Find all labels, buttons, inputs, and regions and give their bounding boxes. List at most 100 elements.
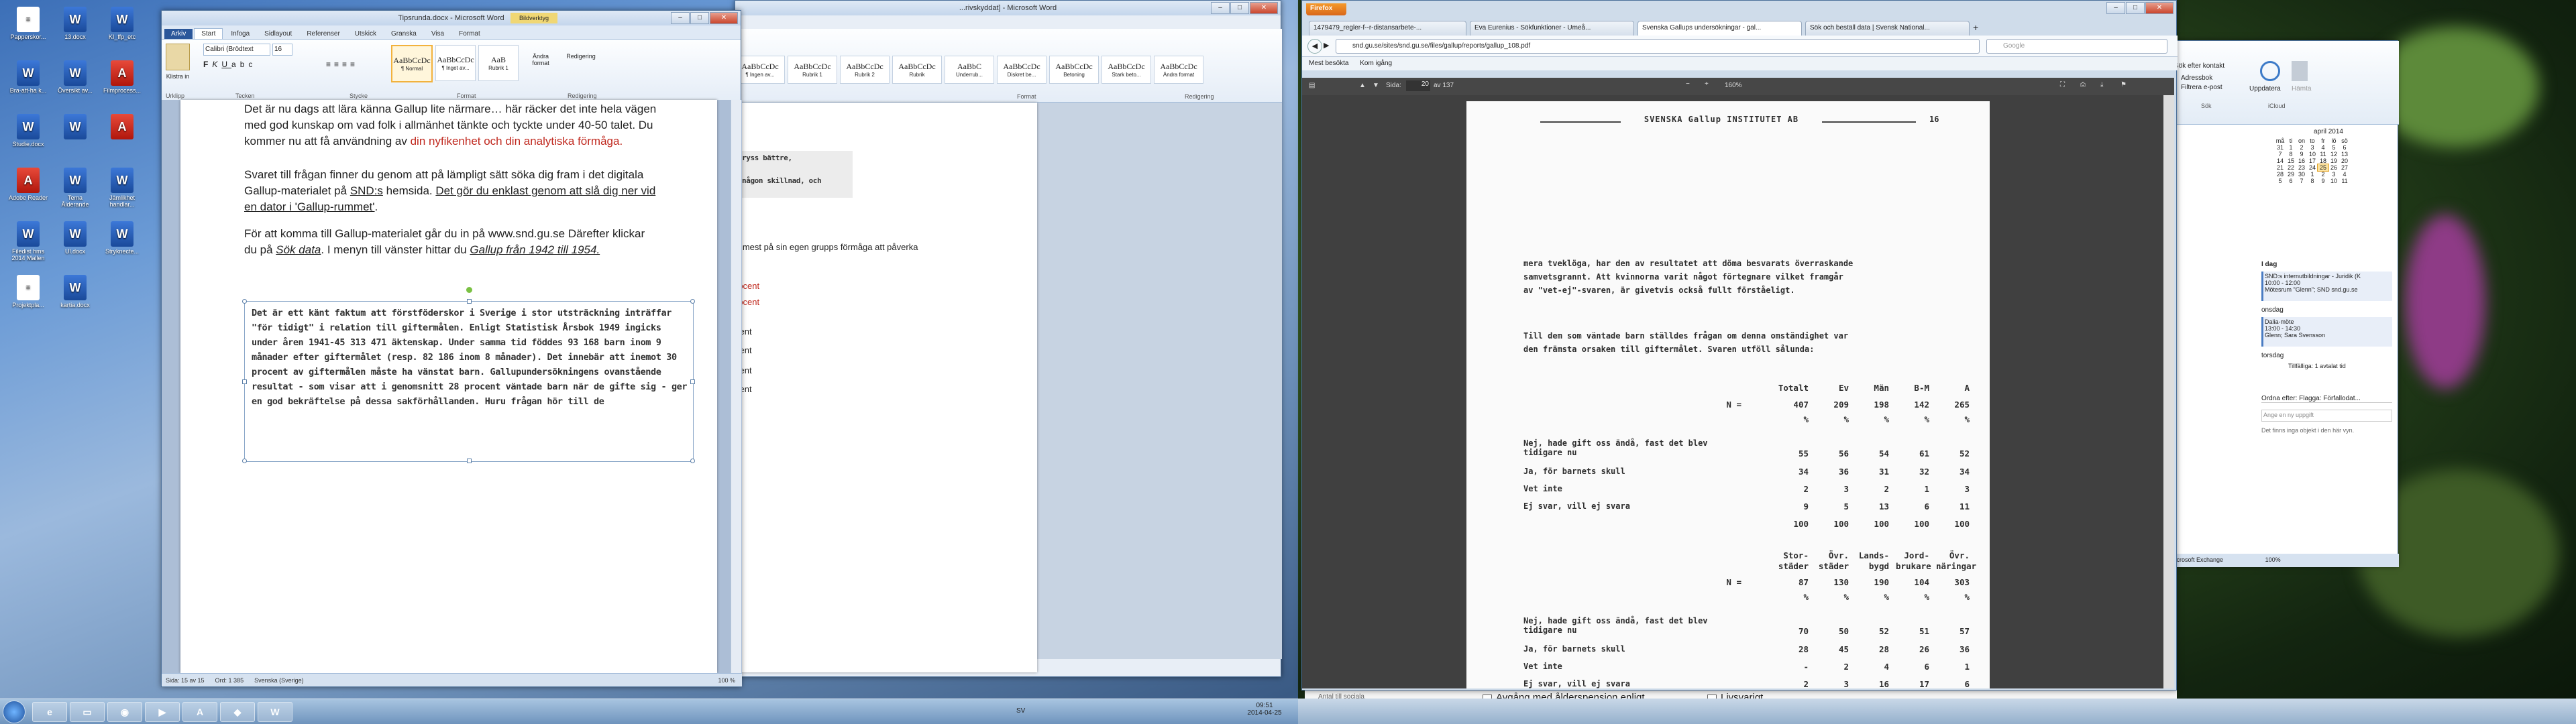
word2-style-gallery[interactable]: AaBbCcDc ¶ Ingen av... AaBbCcDc Rubrik 1 AaB… xyxy=(735,56,1203,84)
calendar-day[interactable]: 4 xyxy=(2339,171,2350,178)
calendar-day[interactable]: 12 xyxy=(2328,151,2339,158)
close-button[interactable]: ✕ xyxy=(2145,2,2174,14)
zoom-in-icon[interactable]: + xyxy=(1705,80,1709,88)
calendar-day[interactable]: 21 xyxy=(2275,164,2286,171)
calendar-day[interactable]: 17 xyxy=(2307,158,2318,164)
calendar-day[interactable]: 3 xyxy=(2307,144,2318,151)
ribbon-tab[interactable]: Format xyxy=(452,29,487,39)
desktop-icon[interactable]: Wkartia.docx xyxy=(54,275,97,308)
tab-2[interactable]: Eva Eurenius - Sökfunktioner - Umeå... xyxy=(1470,21,1634,36)
address-book-button[interactable]: Adressbok xyxy=(2181,74,2212,82)
calendar-day[interactable]: 1 xyxy=(2286,144,2296,151)
font-name-select[interactable]: Calibri (Brödtext xyxy=(203,44,270,56)
font-size-select[interactable]: 16 xyxy=(272,44,292,56)
taskbar-acrobat-icon[interactable]: A xyxy=(182,702,217,722)
desktop-icon[interactable]: W Studie.docx xyxy=(7,114,50,147)
search-contact-box[interactable]: Sök efter kontakt xyxy=(2174,62,2224,70)
ribbon-tab[interactable]: Arkiv xyxy=(164,29,193,39)
zoom-select[interactable]: 160% xyxy=(1725,82,1742,89)
calendar-day[interactable]: 26 xyxy=(2328,164,2339,171)
calendar-day[interactable]: 2 xyxy=(2296,144,2307,151)
calendar-day[interactable]: 22 xyxy=(2286,164,2296,171)
status-words[interactable]: Ord: 1 385 xyxy=(215,677,244,684)
taskbar-app-icon[interactable]: ◆ xyxy=(220,702,255,722)
calendar-day[interactable]: 6 xyxy=(2339,144,2350,151)
gallup-link[interactable]: Gallup från 1942 till 1954. xyxy=(470,243,600,256)
bookmark-most-visited[interactable]: Mest besökta xyxy=(1309,60,1348,67)
paste-icon[interactable] xyxy=(166,44,190,70)
taskbar-word-icon[interactable]: W xyxy=(258,702,292,722)
calendar-day[interactable]: 10 xyxy=(2307,151,2318,158)
resize-handle[interactable] xyxy=(690,379,695,384)
desktop-icon[interactable]: W 13.docx xyxy=(54,7,97,40)
maximize-button[interactable]: □ xyxy=(1230,2,1249,14)
desktop-icon[interactable]: W xyxy=(54,114,97,141)
ribbon-tab[interactable]: Infoga xyxy=(224,29,256,39)
calendar-day[interactable]: 4 xyxy=(2318,144,2328,151)
calendar-day[interactable]: 29 xyxy=(2286,171,2296,178)
calendar-day[interactable]: 31 xyxy=(2275,144,2286,151)
calendar-day[interactable]: 13 xyxy=(2339,151,2350,158)
desktop-icon[interactable]: ≡ Projektpla... xyxy=(7,275,50,308)
resize-handle[interactable] xyxy=(690,459,695,463)
prev-page-icon[interactable]: ▲ xyxy=(1359,82,1366,89)
calendar-day[interactable]: 7 xyxy=(2296,178,2307,184)
minimize-button[interactable]: – xyxy=(2106,2,2125,14)
taskbar-explorer-icon[interactable]: ▭ xyxy=(70,702,105,722)
style-option[interactable]: AaB Rubrik 1 xyxy=(478,45,519,81)
calendar-day[interactable]: 9 xyxy=(2318,178,2328,184)
filter-email-button[interactable]: Filtrera e-post xyxy=(2181,84,2222,91)
clock[interactable]: 09:51 2014-04-25 xyxy=(1241,702,1288,717)
resize-handle[interactable] xyxy=(242,379,247,384)
zoom-out-icon[interactable]: − xyxy=(1686,80,1690,88)
new-tab-icon[interactable]: + xyxy=(1973,22,1978,33)
snd-link[interactable]: SND:s xyxy=(350,184,383,197)
desktop-icon[interactable]: W Filedist hms 2014 Mallen xyxy=(7,221,50,261)
download-icon[interactable]: ⤓ xyxy=(2100,81,2103,88)
calendar-day[interactable]: 5 xyxy=(2328,144,2339,151)
calendar-day[interactable]: 28 xyxy=(2275,171,2286,178)
style-option[interactable]: AaBbCcDc Rubrik 2 xyxy=(840,56,890,84)
calendar-day[interactable]: 3 xyxy=(2328,171,2339,178)
maximize-button[interactable]: □ xyxy=(2126,2,2145,14)
style-option[interactable]: AaBbCcDc ¶ Ingen av... xyxy=(735,56,785,84)
minimize-button[interactable]: – xyxy=(671,12,690,24)
calendar-day[interactable]: 25 xyxy=(2317,164,2329,172)
calendar-day[interactable]: 24 xyxy=(2307,164,2318,171)
resize-handle[interactable] xyxy=(467,299,472,304)
desktop-icon[interactable]: A Filmprocess... xyxy=(101,60,144,94)
calendar-day[interactable]: 23 xyxy=(2296,164,2307,171)
calendar-day[interactable]: 14 xyxy=(2275,158,2286,164)
pdf-scrollbar[interactable] xyxy=(2163,95,2174,688)
calendar-day[interactable]: 7 xyxy=(2275,151,2286,158)
calendar-day[interactable]: 8 xyxy=(2286,151,2296,158)
desktop-icon[interactable]: W Bra-att-ha k... xyxy=(7,60,50,94)
calendar-day[interactable]: 1 xyxy=(2307,171,2318,178)
download-button[interactable]: Hämta xyxy=(2292,85,2311,93)
calendar-day[interactable]: 11 xyxy=(2318,151,2328,158)
taskbar-ie-icon[interactable]: e xyxy=(32,702,67,722)
bookmark-getting-started[interactable]: Kom igång xyxy=(1360,60,1392,67)
desktop-icon[interactable]: ≡ Papperskor... xyxy=(7,7,50,40)
desktop-icon[interactable]: W Översikt av... xyxy=(54,60,97,94)
appointment-1[interactable]: SND:s internutbildningar - Juridik (K 10… xyxy=(2261,272,2392,301)
selected-image[interactable]: Det är ett känt faktum att förstfödersko… xyxy=(242,287,695,463)
resize-handle[interactable] xyxy=(242,299,247,304)
rotate-handle[interactable] xyxy=(466,287,472,293)
resize-handle[interactable] xyxy=(242,459,247,463)
print-icon[interactable]: ⎙ xyxy=(2080,81,2086,88)
close-button[interactable]: ✕ xyxy=(710,12,738,24)
vertical-scrollbar[interactable] xyxy=(731,100,741,673)
style-option[interactable]: AaBbCcDc Stark beto... xyxy=(1102,56,1151,84)
desktop-icon[interactable]: W KI_ffp_etc xyxy=(101,7,144,40)
style-option[interactable]: AaBbCcDc Rubrik xyxy=(892,56,942,84)
maximize-button[interactable]: □ xyxy=(690,12,709,24)
desktop-icon[interactable]: A Adobe Reader xyxy=(7,168,50,201)
ribbon-tab[interactable]: Granska xyxy=(384,29,423,39)
style-option[interactable]: AaBbC Underrub... xyxy=(945,56,994,84)
calendar-day[interactable]: 20 xyxy=(2339,158,2350,164)
taskbar-firefox-icon[interactable]: ◉ xyxy=(107,702,142,722)
style-option[interactable]: AaBbCcDc Ändra format xyxy=(1154,56,1203,84)
desktop-icon[interactable]: W Stryknecte... xyxy=(101,221,144,255)
style-option[interactable]: AaBbCcDc Rubrik 1 xyxy=(788,56,837,84)
